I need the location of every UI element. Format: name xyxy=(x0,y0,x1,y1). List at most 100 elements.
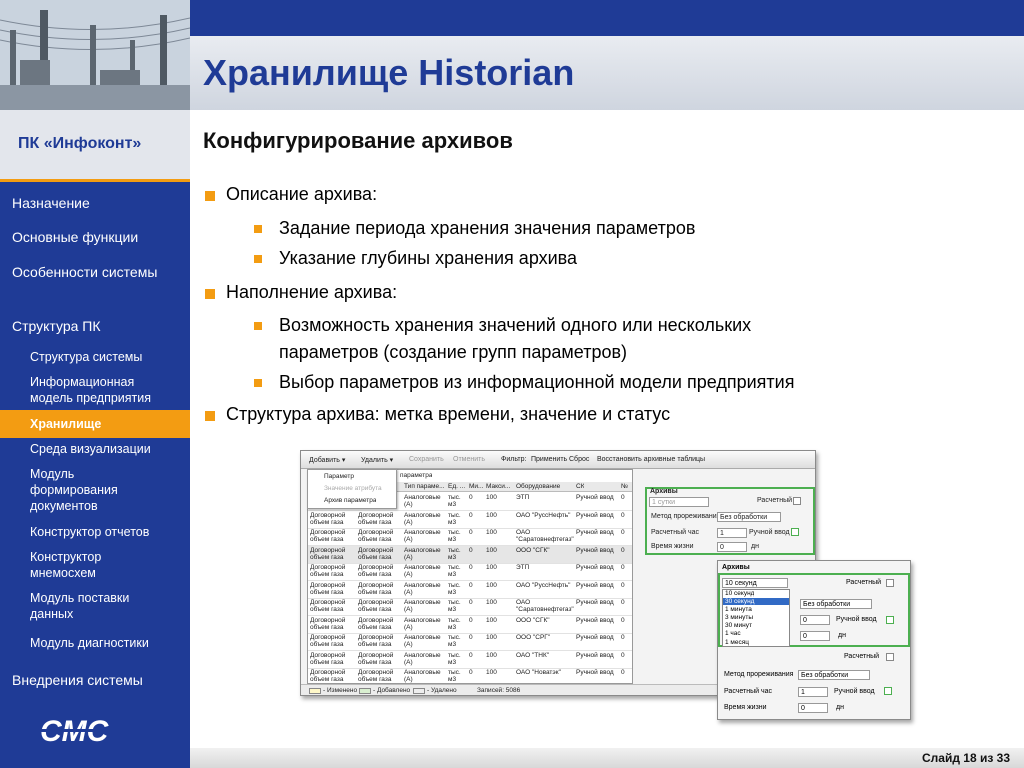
cancel-button[interactable]: Отменить xyxy=(453,456,485,463)
life-label-2: Время жизни xyxy=(724,704,767,711)
bullet-square xyxy=(254,322,262,330)
restore-archive-button[interactable]: Восстановить архивные таблицы xyxy=(597,456,705,463)
table-row[interactable]: Договорной объем газа Договорной объем га… xyxy=(308,598,632,616)
table-cell: 0 xyxy=(621,494,625,501)
nav-item-functions[interactable]: Основные функции xyxy=(0,228,190,247)
table-cell: Ручной ввод xyxy=(576,564,614,571)
period-select-2[interactable]: 10 секунд xyxy=(722,578,788,588)
period-option[interactable]: 3 минуты xyxy=(725,614,753,621)
manual-checkbox-2[interactable] xyxy=(886,616,894,624)
table-cell: 100 xyxy=(486,511,497,519)
calc-checkbox[interactable] xyxy=(793,497,801,505)
add-dropdown-menu: Параметр Значение атрибута Архив парамет… xyxy=(307,469,397,509)
calc-checkbox-3[interactable] xyxy=(886,653,894,661)
save-button[interactable]: Сохранить xyxy=(409,456,444,463)
life-input-3[interactable]: 0 xyxy=(798,703,828,713)
table-cell: Ручной ввод xyxy=(576,511,614,519)
table-cell: 100 xyxy=(486,634,497,641)
method-select-3[interactable]: Без обработки xyxy=(798,670,870,680)
grid-tab[interactable]: параметра xyxy=(400,472,432,479)
table-cell: Договорной объем газа xyxy=(358,581,394,596)
archive-panel-title: Архивы xyxy=(650,488,678,495)
table-cell: 100 xyxy=(486,529,497,536)
calc-checkbox-2[interactable] xyxy=(886,579,894,587)
nav-subitem-diagnostics[interactable]: Модуль диагностики xyxy=(0,635,190,651)
table-cell: 100 xyxy=(486,494,497,501)
period-option[interactable]: 1 минута xyxy=(725,606,752,613)
table-cell: тыс. м3 xyxy=(448,616,461,631)
period-option[interactable]: 1 месяц xyxy=(725,639,749,646)
period-select[interactable]: 1 сутки xyxy=(649,497,709,507)
life-input-2[interactable]: 0 xyxy=(800,631,830,641)
col-unit[interactable]: Ед. ... xyxy=(448,483,465,490)
nav-subitem-info-model[interactable]: Информационная модель предприятия xyxy=(0,374,170,406)
nav-item-purpose[interactable]: Назначение xyxy=(0,194,190,213)
nav-subitem-historian[interactable]: Хранилище xyxy=(0,410,190,438)
period-option[interactable]: 10 секунд xyxy=(725,590,754,597)
table-row[interactable]: Договорной объем газа Договорной объем га… xyxy=(308,633,632,651)
life-input[interactable]: 0 xyxy=(717,542,747,552)
slide-number: Слайд 18 из 33 xyxy=(922,751,1010,765)
nav-subitem-system-structure[interactable]: Структура системы xyxy=(0,349,190,365)
legend-deleted: - Удалено xyxy=(427,687,457,694)
col-param-type[interactable]: Тип параме... xyxy=(404,483,445,490)
app-toolbar: Добавить ▾ Удалить ▾ Сохранить Отменить … xyxy=(301,451,815,469)
table-cell: Договорной объем газа xyxy=(358,546,394,561)
table-cell: Договорной объем газа xyxy=(358,599,394,613)
table-row[interactable]: Договорной объем газа Договорной объем га… xyxy=(308,563,632,581)
table-cell: Ручной ввод xyxy=(576,599,614,606)
table-cell: Ручной ввод xyxy=(576,616,614,624)
period-option[interactable]: 1 час xyxy=(725,630,741,637)
menu-item-parameter[interactable]: Параметр xyxy=(324,473,354,480)
delete-button[interactable]: Удалить ▾ xyxy=(361,456,393,464)
nav-item-structure[interactable]: Структура ПК xyxy=(0,317,190,336)
bullet-square xyxy=(254,379,262,387)
apply-button[interactable]: Применить xyxy=(531,456,567,463)
method-select-2[interactable]: Без обработки xyxy=(800,599,872,609)
period-option-selected[interactable]: 30 секунд xyxy=(723,598,789,605)
nav-item-features[interactable]: Особенности системы xyxy=(0,263,180,282)
col-equipment[interactable]: Оборудование xyxy=(516,483,560,490)
bullet-select-params: Выбор параметров из информационной модел… xyxy=(279,372,795,392)
table-cell: Аналоговые (А) xyxy=(404,634,441,648)
hour-input[interactable]: 1 xyxy=(717,528,747,538)
table-cell: 100 xyxy=(486,564,497,571)
nav-subitem-report-builder[interactable]: Конструктор отчетов xyxy=(0,524,190,540)
table-row[interactable]: Договорной объем газа Договорной объем га… xyxy=(308,545,632,564)
table-cell: ЭТП xyxy=(516,494,530,501)
method-select[interactable]: Без обработки xyxy=(717,512,781,522)
legend-changed: - Изменено xyxy=(323,687,358,694)
table-row[interactable]: Договорной объем газа Договорной объем га… xyxy=(308,668,632,683)
nav-subitem-mimic-builder[interactable]: Конструктор мнемосхем xyxy=(0,549,130,581)
nav-subitem-visualization[interactable]: Среда визуализации xyxy=(0,441,190,457)
table-cell: 100 xyxy=(486,599,497,606)
top-bar xyxy=(190,0,1024,36)
table-row[interactable]: Договорной объем газа Договорной объем га… xyxy=(308,581,632,599)
bullet-archive-filling: Наполнение архива: xyxy=(226,282,398,302)
table-cell: 100 xyxy=(486,546,497,554)
col-max[interactable]: Макси... xyxy=(486,483,510,490)
table-cell: 0 xyxy=(469,651,473,659)
col-sk[interactable]: СК xyxy=(576,483,584,490)
col-number[interactable]: № xyxy=(621,483,628,490)
table-cell: Договорной объем газа xyxy=(310,669,346,683)
bullet-multi-param-line1: Возможность хранения значений одного или… xyxy=(279,315,752,335)
table-row[interactable]: Договорной объем газа Договорной объем га… xyxy=(308,528,632,546)
period-option[interactable]: 30 минут xyxy=(725,622,752,629)
table-cell: 0 xyxy=(469,546,473,554)
nav-item-deployments[interactable]: Внедрения системы xyxy=(0,671,190,690)
nav-subitem-data-delivery[interactable]: Модуль поставки данных xyxy=(0,590,150,622)
hour-input-3[interactable]: 1 xyxy=(798,687,828,697)
menu-item-archive[interactable]: Архив параметра xyxy=(324,497,376,504)
add-button[interactable]: Добавить ▾ xyxy=(309,456,345,464)
menu-item-attribute-value[interactable]: Значение атрибута xyxy=(324,485,382,492)
manual-checkbox[interactable] xyxy=(791,528,799,536)
manual-checkbox-3[interactable] xyxy=(884,687,892,695)
table-row[interactable]: Договорной объем газа Договорной объем га… xyxy=(308,616,632,634)
col-min[interactable]: Ми... xyxy=(469,483,483,490)
table-row[interactable]: Договорной объем газа Договорной объем га… xyxy=(308,651,632,669)
table-row[interactable]: Договорной объем газа Договорной объем га… xyxy=(308,511,632,529)
hour-input-2[interactable]: 0 xyxy=(800,615,830,625)
nav-subitem-documents[interactable]: Модуль формирования документов xyxy=(0,466,150,514)
reset-button[interactable]: Сброс xyxy=(569,456,589,463)
